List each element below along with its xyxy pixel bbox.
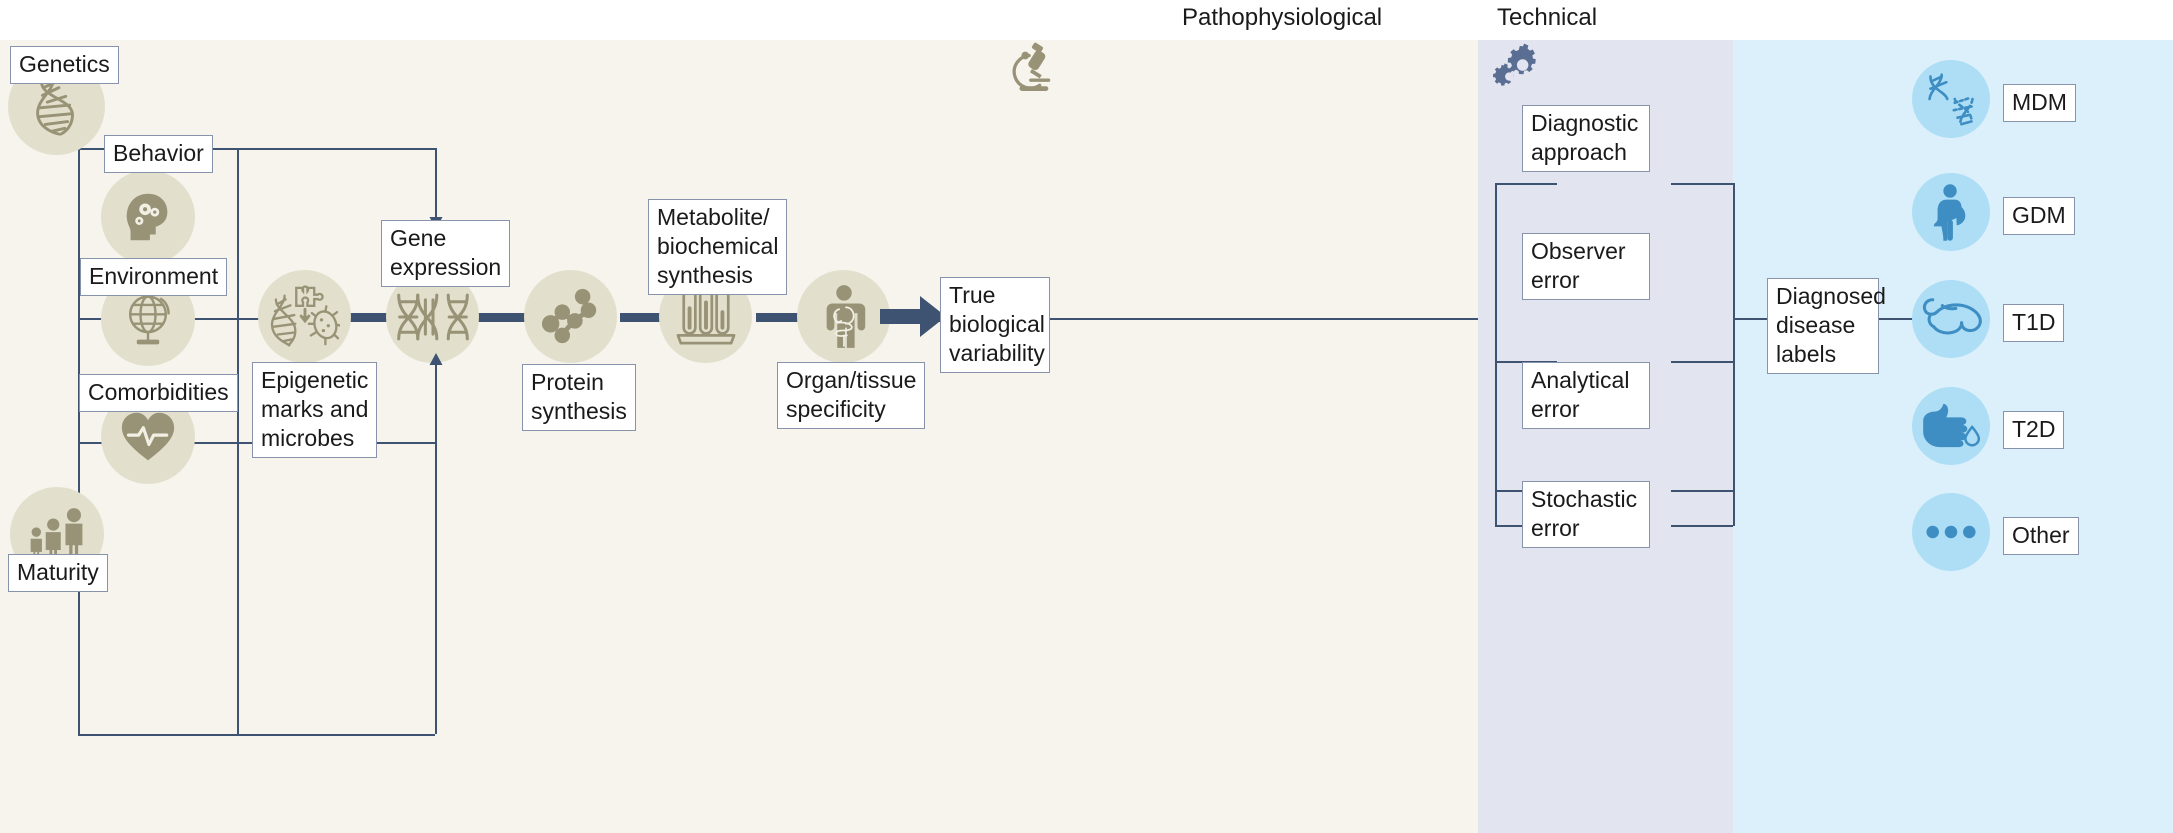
label-comorbidities: Comorbidities bbox=[79, 374, 238, 412]
diagram-canvas: Pathophysiological Technical Genetics Be… bbox=[0, 0, 2173, 833]
technical-rung-right-2 bbox=[1671, 361, 1733, 363]
label-behavior: Behavior bbox=[104, 135, 213, 173]
globe-icon bbox=[128, 295, 170, 345]
label-gdm: GDM bbox=[2003, 197, 2075, 235]
mdm-circle bbox=[1912, 60, 1990, 138]
technical-rung-right-1 bbox=[1671, 183, 1733, 185]
epigenetic-circle bbox=[258, 270, 351, 363]
organ-tissue-circle bbox=[797, 270, 890, 363]
finger-blood-drop-icon bbox=[1923, 403, 1981, 448]
label-observer-error: Observer error bbox=[1522, 233, 1650, 300]
technical-bracket-right bbox=[1733, 183, 1735, 526]
gears-icon-wrap bbox=[1490, 42, 1538, 95]
protein-synthesis-circle bbox=[524, 270, 617, 363]
dna-helix-icon bbox=[35, 77, 74, 136]
epigenetic-bracket-line bbox=[237, 148, 239, 734]
label-genetics: Genetics bbox=[10, 46, 119, 84]
label-true-biological-variability: True biological variability bbox=[940, 277, 1050, 373]
label-gene-expression: Gene expression bbox=[381, 220, 511, 287]
connector-variability-to-technical bbox=[1050, 318, 1478, 320]
t1d-circle bbox=[1912, 280, 1990, 358]
gears-icon bbox=[1492, 43, 1536, 86]
gdm-circle bbox=[1912, 173, 1990, 251]
arrowhead-right-icon bbox=[880, 296, 946, 337]
label-other: Other bbox=[2003, 517, 2079, 555]
other-circle bbox=[1912, 493, 1990, 571]
gene-expression-up-line bbox=[435, 366, 437, 734]
t2d-circle bbox=[1912, 387, 1990, 465]
ellipsis-icon bbox=[1926, 525, 1976, 539]
connector-technical-to-diagnosed bbox=[1733, 318, 1767, 320]
label-diagnostic-approach: Diagnostic approach bbox=[1522, 105, 1650, 172]
heart-pulse-icon bbox=[121, 412, 175, 461]
behavior-circle bbox=[101, 170, 195, 264]
label-maturity: Maturity bbox=[8, 554, 108, 592]
dna-broken-icon bbox=[1928, 73, 1974, 126]
technical-rung-left-1 bbox=[1495, 183, 1557, 185]
technical-rung-right-4 bbox=[1671, 525, 1733, 527]
determinants-trunk-line bbox=[78, 148, 80, 734]
label-t1d: T1D bbox=[2003, 304, 2065, 342]
arrowhead-up-icon bbox=[429, 353, 443, 365]
technical-header: Technical bbox=[1497, 4, 1598, 31]
head-gears-icon bbox=[126, 193, 168, 241]
label-epigenetic-marks-and-microbes: Epigenetic marks and microbes bbox=[252, 362, 378, 458]
label-protein-synthesis: Protein synthesis bbox=[522, 364, 636, 431]
test-tubes-icon bbox=[676, 289, 735, 344]
gene-expression-down-line bbox=[435, 148, 437, 220]
pregnant-woman-icon bbox=[1933, 184, 1966, 241]
label-environment: Environment bbox=[80, 258, 228, 296]
label-organ-tissue-specificity: Organ/tissue specificity bbox=[777, 362, 926, 429]
molecule-icon bbox=[541, 288, 596, 343]
label-metabolite-biochemical-synthesis: Metabolite/ biochemical synthesis bbox=[648, 199, 788, 295]
dna-double-helix-icon bbox=[396, 293, 469, 340]
label-mdm: MDM bbox=[2003, 84, 2076, 122]
technical-rung-right-3 bbox=[1671, 490, 1733, 492]
label-analytical-error: Analytical error bbox=[1522, 362, 1650, 429]
human-organs-icon bbox=[826, 284, 865, 348]
microscope-icon bbox=[1012, 42, 1051, 91]
label-stochastic-error: Stochastic error bbox=[1522, 481, 1650, 548]
pancreas-icon bbox=[1922, 298, 1982, 335]
label-diagnosed-disease-labels: Diagnosed disease labels bbox=[1767, 278, 1886, 374]
microscope-icon-wrap bbox=[1008, 42, 1056, 97]
dna-puzzle-microbe-icon bbox=[270, 284, 340, 346]
pathophysiological-header: Pathophysiological bbox=[1182, 4, 1383, 31]
connector-maturity-bottom bbox=[78, 734, 435, 736]
pathophysiological-panel bbox=[0, 40, 1478, 833]
label-t2d: T2D bbox=[2003, 411, 2065, 449]
technical-bracket-left bbox=[1495, 183, 1497, 526]
